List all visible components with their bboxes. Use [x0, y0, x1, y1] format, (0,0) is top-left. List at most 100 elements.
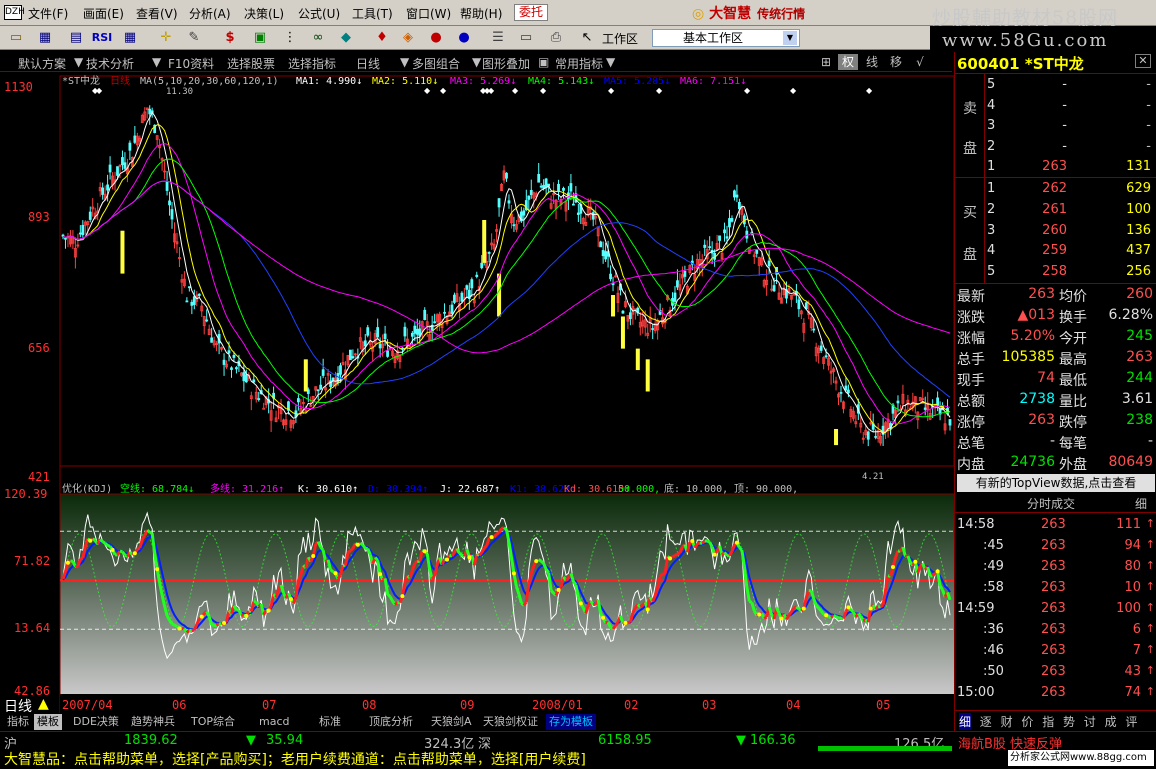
menu-file[interactable]: 文件(F) [28, 5, 68, 22]
overlay-button[interactable]: 图形叠加 [482, 55, 530, 72]
sell-row[interactable]: 5-- [985, 75, 1155, 96]
dropdown-arrow-icon[interactable]: ▼ [74, 55, 83, 69]
workspace-select[interactable]: 基本工作区 ▼ [652, 29, 800, 47]
common-indicator-button[interactable]: 常用指标 [555, 55, 603, 72]
buy-row[interactable]: 5258256 [985, 262, 1155, 283]
tab-dde[interactable]: DDE决策 [70, 714, 122, 730]
window-icon[interactable]: ▭ [516, 29, 536, 47]
panel-tab[interactable]: 逐 [980, 713, 992, 730]
kdj-k-segment [80, 558, 82, 559]
up-triangle-icon[interactable]: ▲ [38, 696, 49, 712]
volume: 437 [1126, 243, 1151, 258]
f10-button[interactable]: F10资料 [168, 55, 214, 72]
menu-view[interactable]: 查看(V) [136, 5, 178, 22]
close-icon[interactable]: ✕ [1135, 54, 1151, 68]
chart-icon[interactable]: ▦ [35, 29, 55, 47]
menu-analysis[interactable]: 分析(A) [189, 5, 231, 22]
default-scheme-button[interactable]: 默认方案 [18, 55, 66, 72]
menu-formula[interactable]: 公式(U) [298, 5, 340, 22]
filter-icon[interactable]: ◆ [336, 29, 356, 47]
menu-tools[interactable]: 工具(T) [352, 5, 393, 22]
up-arrow-icon: ↑ [1146, 601, 1155, 614]
buy-row[interactable]: 4259437 [985, 241, 1155, 262]
check-button[interactable]: √ [910, 54, 930, 70]
weituo-button[interactable]: 委托 [514, 4, 548, 21]
diamond-icon[interactable]: ◈ [398, 29, 418, 47]
pencil-icon[interactable]: ✎ [184, 29, 204, 47]
open-folder-icon[interactable]: ▭ [6, 29, 26, 47]
menu-screen[interactable]: 画面(E) [83, 5, 124, 22]
candle-body [258, 399, 260, 400]
rsi-icon[interactable]: RSI [90, 29, 114, 47]
candle-body [562, 188, 564, 190]
dropdown-arrow-icon[interactable]: ▼ [606, 55, 615, 69]
dropdown-arrow-icon[interactable]: ▼ [400, 55, 409, 69]
sell-row[interactable]: 2-- [985, 137, 1155, 158]
layout-icon[interactable]: ▣ [250, 29, 270, 47]
grid-icon[interactable]: ▤ [66, 29, 86, 47]
x-label: 03 [702, 698, 716, 712]
trades-detail-toggle[interactable]: 细 [1135, 495, 1147, 512]
trade-volume: 111 [1116, 517, 1141, 532]
candle-body [845, 386, 847, 390]
kline-chart-svg[interactable]: ◆◆◆◆◆◆◆◆◆◆◆◆◆◆ *ST中龙 日线 MA(5,10,20,30,60… [0, 73, 954, 713]
dropdown-arrow-icon[interactable]: ▼ [472, 55, 481, 69]
binocular-icon[interactable]: ∞ [308, 29, 328, 47]
panel-tab[interactable]: 讨 [1084, 713, 1096, 730]
menu-decision[interactable]: 决策(L) [244, 5, 284, 22]
tab-tianlang-a[interactable]: 天狼剑A [428, 714, 475, 730]
kdj-cross-dot [579, 601, 583, 605]
tab-standard[interactable]: 标准 [316, 714, 344, 730]
panel-tab[interactable]: 成 [1105, 713, 1117, 730]
crosshair-icon[interactable]: ✛ [156, 29, 176, 47]
chevron-down-icon[interactable]: ▼ [783, 31, 797, 45]
multi-chart-button[interactable]: 多图组合 [412, 55, 460, 72]
lock-icon[interactable]: ▣ [538, 55, 549, 69]
tech-analysis-button[interactable]: 技术分析 [86, 55, 134, 72]
chart-area[interactable]: ◆◆◆◆◆◆◆◆◆◆◆◆◆◆ *ST中龙 日线 MA(5,10,20,30,60… [0, 73, 954, 713]
panel-tab[interactable]: 指 [1042, 713, 1054, 730]
print-icon[interactable]: ⎙ [546, 29, 566, 47]
help-pointer-icon[interactable]: ↖ [577, 29, 597, 47]
candle-body [411, 333, 413, 336]
panel-tab[interactable]: 细 [959, 713, 971, 730]
buy-row[interactable]: 1262629 [985, 179, 1155, 200]
divider-icon[interactable]: ⋮ [280, 29, 300, 47]
buy-row[interactable]: 2261100 [985, 200, 1155, 221]
kdj-k-segment [103, 542, 105, 544]
topview-banner[interactable]: 有新的TopView数据,点击查看 [957, 474, 1155, 492]
dropdown-arrow-icon[interactable]: ▼ [152, 55, 161, 69]
alarm-icon[interactable]: ♦ [372, 29, 392, 47]
save-template-button[interactable]: 存为模板 [546, 714, 596, 730]
tab-topbottom[interactable]: 顶底分析 [366, 714, 416, 730]
tab-tianlang-warrant[interactable]: 天狼剑权证 [480, 714, 541, 730]
sell-row[interactable]: 4-- [985, 96, 1155, 117]
target-icon[interactable]: ● [426, 29, 446, 47]
tab-trend[interactable]: 趋势神兵 [128, 714, 178, 730]
dollar-icon[interactable]: $ [220, 29, 240, 47]
fuquan-button[interactable]: 权 [838, 54, 858, 70]
table-icon[interactable]: ▦ [120, 29, 140, 47]
panel-tab[interactable]: 财 [1001, 713, 1013, 730]
panel-tab[interactable]: 势 [1063, 713, 1075, 730]
sell-row[interactable]: 1263131 [985, 157, 1155, 178]
tab-template[interactable]: 模板 [34, 714, 62, 730]
list-icon[interactable]: ☰ [488, 29, 508, 47]
line-button[interactable]: 线 [862, 54, 882, 70]
app-icon[interactable]: DZH [4, 5, 22, 20]
tab-indicator[interactable]: 指标 [4, 714, 32, 730]
panel-tab[interactable]: 价 [1021, 713, 1033, 730]
menu-help[interactable]: 帮助(H) [460, 5, 502, 22]
select-indicator-button[interactable]: 选择指标 [288, 55, 336, 72]
tab-top[interactable]: TOP综合 [188, 714, 238, 730]
tab-macd[interactable]: macd [256, 714, 293, 730]
globe-icon[interactable]: ● [454, 29, 474, 47]
daily-button[interactable]: 日线 [356, 55, 380, 72]
select-stock-button[interactable]: 选择股票 [227, 55, 275, 72]
move-button[interactable]: 移 [886, 54, 906, 70]
buy-row[interactable]: 3260136 [985, 221, 1155, 242]
sell-row[interactable]: 3-- [985, 116, 1155, 137]
menu-window[interactable]: 窗口(W) [406, 5, 451, 22]
panel-tab[interactable]: 评 [1125, 713, 1137, 730]
zoom-plus-icon[interactable]: ⊞ [816, 54, 836, 70]
